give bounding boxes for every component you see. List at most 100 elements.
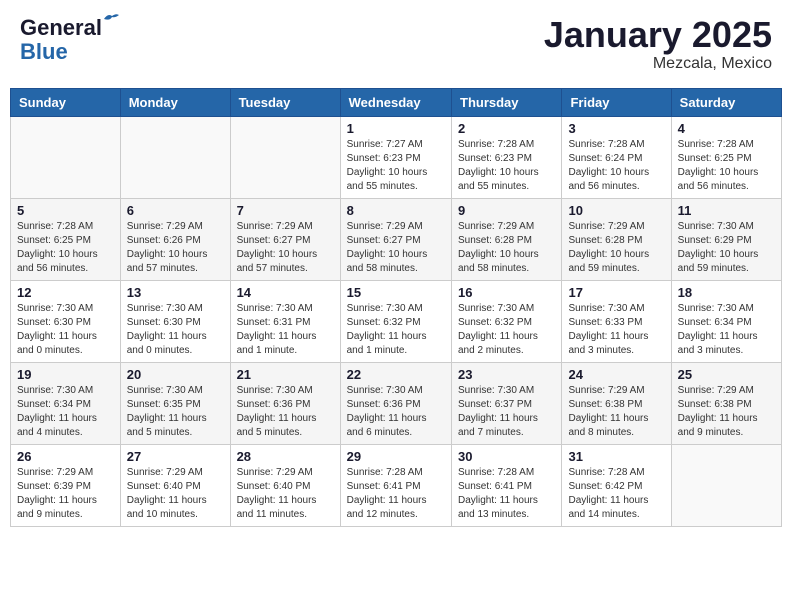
day-number: 27: [127, 449, 224, 464]
calendar-day-cell: 24 Sunrise: 7:29 AM Sunset: 6:38 PM Dayli…: [562, 362, 671, 444]
day-number: 31: [568, 449, 664, 464]
day-info: Sunrise: 7:29 AM Sunset: 6:40 PM Dayligh…: [237, 466, 334, 522]
calendar-day-cell: 18 Sunrise: 7:30 AM Sunset: 6:34 PM Dayli…: [671, 280, 781, 362]
day-info: Sunrise: 7:28 AM Sunset: 6:25 PM Dayligh…: [17, 220, 114, 276]
calendar-day-cell: [11, 116, 121, 198]
weekday-header: Monday: [120, 88, 230, 116]
calendar-day-cell: 31 Sunrise: 7:28 AM Sunset: 6:42 PM Dayli…: [562, 444, 671, 526]
day-number: 28: [237, 449, 334, 464]
day-number: 18: [678, 285, 775, 300]
day-info: Sunrise: 7:28 AM Sunset: 6:41 PM Dayligh…: [458, 466, 555, 522]
day-info: Sunrise: 7:30 AM Sunset: 6:37 PM Dayligh…: [458, 384, 555, 440]
day-number: 23: [458, 367, 555, 382]
calendar-day-cell: 8Sunrise: 7:29 AM Sunset: 6:27 PM Daylig…: [340, 198, 451, 280]
day-number: 11: [678, 203, 775, 218]
calendar-week-row: 1Sunrise: 7:27 AM Sunset: 6:23 PM Daylig…: [11, 116, 782, 198]
day-number: 13: [127, 285, 224, 300]
title-block: January 2025 Mezcala, Mexico: [544, 15, 772, 73]
day-number: 12: [17, 285, 114, 300]
day-info: Sunrise: 7:30 AM Sunset: 6:32 PM Dayligh…: [347, 302, 445, 358]
day-number: 1: [347, 121, 445, 136]
calendar-table: SundayMondayTuesdayWednesdayThursdayFrid…: [10, 88, 782, 527]
calendar-day-cell: 17 Sunrise: 7:30 AM Sunset: 6:33 PM Dayli…: [562, 280, 671, 362]
calendar-day-cell: 1Sunrise: 7:27 AM Sunset: 6:23 PM Daylig…: [340, 116, 451, 198]
day-info: Sunrise: 7:29 AM Sunset: 6:38 PM Dayligh…: [678, 384, 775, 440]
day-info: Sunrise: 7:30 AM Sunset: 6:36 PM Dayligh…: [347, 384, 445, 440]
day-info: Sunrise: 7:29 AM Sunset: 6:26 PM Dayligh…: [127, 220, 224, 276]
calendar-day-cell: 9 Sunrise: 7:29 AM Sunset: 6:28 PM Daylig…: [452, 198, 562, 280]
day-info: Sunrise: 7:30 AM Sunset: 6:34 PM Dayligh…: [678, 302, 775, 358]
day-info: Sunrise: 7:30 AM Sunset: 6:30 PM Dayligh…: [127, 302, 224, 358]
calendar-week-row: 5 Sunrise: 7:28 AM Sunset: 6:25 PM Daylig…: [11, 198, 782, 280]
day-number: 22: [347, 367, 445, 382]
calendar-day-cell: 14 Sunrise: 7:30 AM Sunset: 6:31 PM Dayli…: [230, 280, 340, 362]
calendar-day-cell: 25 Sunrise: 7:29 AM Sunset: 6:38 PM Dayli…: [671, 362, 781, 444]
day-info: Sunrise: 7:30 AM Sunset: 6:36 PM Dayligh…: [237, 384, 334, 440]
day-number: 24: [568, 367, 664, 382]
day-number: 7: [237, 203, 334, 218]
weekday-header: Tuesday: [230, 88, 340, 116]
location-subtitle: Mezcala, Mexico: [544, 55, 772, 73]
day-number: 9: [458, 203, 555, 218]
day-info: Sunrise: 7:30 AM Sunset: 6:31 PM Dayligh…: [237, 302, 334, 358]
calendar-day-cell: 3 Sunrise: 7:28 AM Sunset: 6:24 PM Daylig…: [562, 116, 671, 198]
calendar-day-cell: [230, 116, 340, 198]
calendar-day-cell: 27Sunrise: 7:29 AM Sunset: 6:40 PM Dayli…: [120, 444, 230, 526]
calendar-day-cell: 12Sunrise: 7:30 AM Sunset: 6:30 PM Dayli…: [11, 280, 121, 362]
calendar-week-row: 19Sunrise: 7:30 AM Sunset: 6:34 PM Dayli…: [11, 362, 782, 444]
day-number: 25: [678, 367, 775, 382]
calendar-day-cell: 5 Sunrise: 7:28 AM Sunset: 6:25 PM Daylig…: [11, 198, 121, 280]
calendar-day-cell: 15 Sunrise: 7:30 AM Sunset: 6:32 PM Dayli…: [340, 280, 451, 362]
calendar-day-cell: 11 Sunrise: 7:30 AM Sunset: 6:29 PM Dayli…: [671, 198, 781, 280]
calendar-day-cell: 16 Sunrise: 7:30 AM Sunset: 6:32 PM Dayli…: [452, 280, 562, 362]
day-info: Sunrise: 7:28 AM Sunset: 6:41 PM Dayligh…: [347, 466, 445, 522]
calendar-day-cell: 2Sunrise: 7:28 AM Sunset: 6:23 PM Daylig…: [452, 116, 562, 198]
calendar-day-cell: 6Sunrise: 7:29 AM Sunset: 6:26 PM Daylig…: [120, 198, 230, 280]
day-number: 16: [458, 285, 555, 300]
logo-blue: Blue: [20, 39, 68, 65]
day-info: Sunrise: 7:30 AM Sunset: 6:33 PM Dayligh…: [568, 302, 664, 358]
calendar-day-cell: 10 Sunrise: 7:29 AM Sunset: 6:28 PM Dayli…: [562, 198, 671, 280]
day-info: Sunrise: 7:28 AM Sunset: 6:23 PM Dayligh…: [458, 138, 555, 194]
day-number: 21: [237, 367, 334, 382]
calendar-day-cell: 20 Sunrise: 7:30 AM Sunset: 6:35 PM Dayli…: [120, 362, 230, 444]
day-info: Sunrise: 7:30 AM Sunset: 6:32 PM Dayligh…: [458, 302, 555, 358]
weekday-header: Friday: [562, 88, 671, 116]
weekday-header: Saturday: [671, 88, 781, 116]
day-info: Sunrise: 7:29 AM Sunset: 6:27 PM Dayligh…: [237, 220, 334, 276]
day-info: Sunrise: 7:29 AM Sunset: 6:28 PM Dayligh…: [458, 220, 555, 276]
weekday-header: Wednesday: [340, 88, 451, 116]
day-number: 14: [237, 285, 334, 300]
day-number: 10: [568, 203, 664, 218]
calendar-day-cell: 19Sunrise: 7:30 AM Sunset: 6:34 PM Dayli…: [11, 362, 121, 444]
day-number: 3: [568, 121, 664, 136]
calendar-day-cell: 23 Sunrise: 7:30 AM Sunset: 6:37 PM Dayli…: [452, 362, 562, 444]
day-info: Sunrise: 7:29 AM Sunset: 6:38 PM Dayligh…: [568, 384, 664, 440]
calendar-day-cell: 30 Sunrise: 7:28 AM Sunset: 6:41 PM Dayli…: [452, 444, 562, 526]
calendar-day-cell: 28 Sunrise: 7:29 AM Sunset: 6:40 PM Dayli…: [230, 444, 340, 526]
day-info: Sunrise: 7:28 AM Sunset: 6:25 PM Dayligh…: [678, 138, 775, 194]
weekday-header: Sunday: [11, 88, 121, 116]
day-number: 17: [568, 285, 664, 300]
day-number: 19: [17, 367, 114, 382]
day-number: 26: [17, 449, 114, 464]
day-number: 15: [347, 285, 445, 300]
day-number: 30: [458, 449, 555, 464]
day-info: Sunrise: 7:30 AM Sunset: 6:29 PM Dayligh…: [678, 220, 775, 276]
day-info: Sunrise: 7:28 AM Sunset: 6:42 PM Dayligh…: [568, 466, 664, 522]
page-header: General Blue January 2025 Mezcala, Mexic…: [10, 10, 782, 78]
day-number: 5: [17, 203, 114, 218]
calendar-day-cell: 29 Sunrise: 7:28 AM Sunset: 6:41 PM Dayli…: [340, 444, 451, 526]
day-info: Sunrise: 7:30 AM Sunset: 6:35 PM Dayligh…: [127, 384, 224, 440]
weekday-header-row: SundayMondayTuesdayWednesdayThursdayFrid…: [11, 88, 782, 116]
day-number: 29: [347, 449, 445, 464]
calendar-week-row: 12 Sunrise: 7:30 AM Sunset: 6:30 PM Dayli…: [11, 280, 782, 362]
day-number: 20: [127, 367, 224, 382]
calendar-day-cell: [120, 116, 230, 198]
calendar-day-cell: 26Sunrise: 7:29 AM Sunset: 6:39 PM Dayli…: [11, 444, 121, 526]
day-info: Sunrise: 7:28 AM Sunset: 6:24 PM Dayligh…: [568, 138, 664, 194]
calendar-day-cell: 21 Sunrise: 7:30 AM Sunset: 6:36 PM Dayli…: [230, 362, 340, 444]
weekday-header: Thursday: [452, 88, 562, 116]
day-info: Sunrise: 7:29 AM Sunset: 6:27 PM Dayligh…: [347, 220, 445, 276]
day-info: Sunrise: 7:29 AM Sunset: 6:28 PM Dayligh…: [568, 220, 664, 276]
